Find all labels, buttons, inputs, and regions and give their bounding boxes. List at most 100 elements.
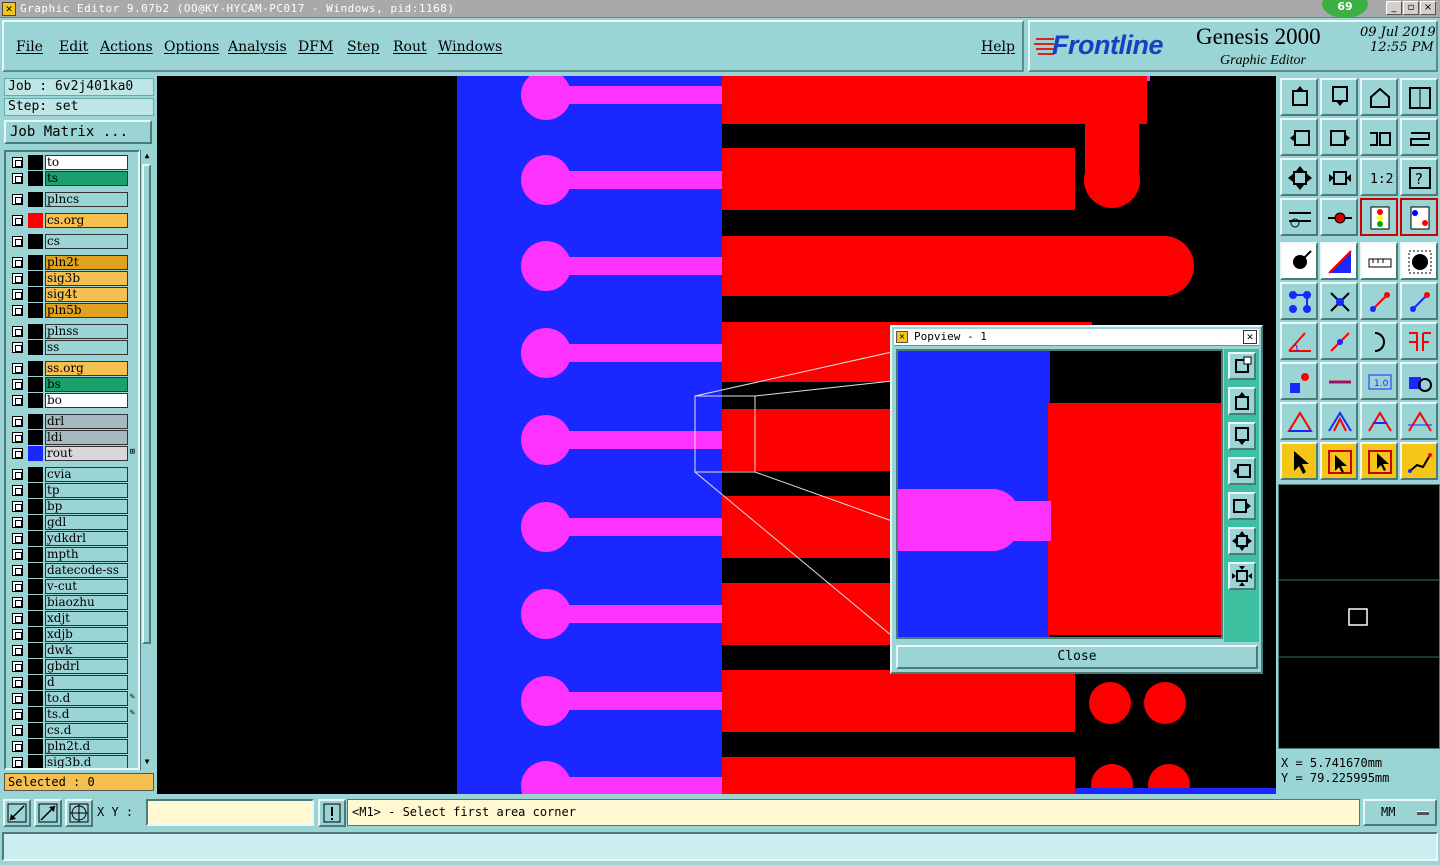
pan-left-icon[interactable] [1280,118,1318,156]
layer-color-swatch[interactable] [28,611,43,626]
layer-name[interactable]: pln5b [45,303,128,318]
layer-checkbox[interactable] [12,565,23,576]
layer-row-to.d[interactable]: to.d ✎ [8,691,138,706]
job-matrix-button[interactable]: Job Matrix ... [4,120,152,144]
layer-color-swatch[interactable] [28,675,43,690]
popview-fit-icon[interactable] [1228,527,1256,555]
layer-row-sig3b[interactable]: sig3b [8,271,138,286]
layer-color-swatch[interactable] [28,627,43,642]
zoom-area-icon[interactable] [3,799,31,827]
layer-color-swatch[interactable] [28,483,43,498]
layer-color-swatch[interactable] [28,723,43,738]
layer-name[interactable]: gbdrl [45,659,128,674]
layer-name[interactable]: cs.d [45,723,128,738]
layer-checkbox[interactable] [12,342,23,353]
layer-color-swatch[interactable] [28,324,43,339]
layer-checkbox[interactable] [12,533,23,544]
layer-checkbox[interactable] [12,448,23,459]
triangle-icon[interactable] [1280,402,1318,440]
layer-color-swatch[interactable] [28,707,43,722]
scroll-down-icon[interactable]: ▼ [142,757,152,767]
layers-icon[interactable] [1360,198,1398,236]
layer-name[interactable]: ldi [45,430,128,445]
layer-color-swatch[interactable] [28,691,43,706]
angle-icon[interactable] [1280,322,1318,360]
ruler-icon[interactable] [1360,242,1398,280]
layer-checkbox[interactable] [12,469,23,480]
layer-checkbox[interactable] [12,379,23,390]
layer-color-swatch[interactable] [28,579,43,594]
menu-file[interactable]: File [16,39,43,55]
fit-icon[interactable] [1280,158,1318,196]
layer-row-biaozhu[interactable]: biaozhu [8,595,138,610]
connect-icon-2[interactable] [1400,282,1438,320]
pointer-icon[interactable] [1280,442,1318,480]
popview-window[interactable]: ✕ Popview - 1 ✕ Close [890,325,1263,674]
layer-color-swatch[interactable] [28,192,43,207]
layer-row-bs[interactable]: bs [8,377,138,392]
layer-color-swatch[interactable] [28,563,43,578]
layer-name[interactable]: drl [45,414,128,429]
grid-snap-icon[interactable] [65,799,93,827]
layer-row-cs.d[interactable]: cs.d [8,723,138,738]
layer-checkbox[interactable] [12,416,23,427]
layer-color-swatch[interactable] [28,467,43,482]
layer-row-sig4t[interactable]: sig4t [8,287,138,302]
scroll-up-icon[interactable]: ▲ [142,151,152,161]
zoom-in-icon[interactable] [1320,78,1358,116]
layer-checkbox[interactable] [12,613,23,624]
popview-canvas[interactable] [896,349,1223,639]
scroll-thumb[interactable] [142,164,151,644]
layer-name[interactable]: sig4t [45,287,128,302]
popview-zoom-in-icon[interactable] [1228,352,1256,380]
layer-checkbox[interactable] [12,432,23,443]
maximize-button[interactable]: ▫ [1403,1,1419,15]
triangle-icon-3[interactable] [1360,402,1398,440]
layer-checkbox[interactable] [12,517,23,528]
layer-checkbox[interactable] [12,395,23,406]
layer-row-ss[interactable]: ss [8,340,138,355]
layer-row-plnss[interactable]: plnss [8,324,138,339]
overview-panel[interactable] [1278,484,1440,749]
units-select[interactable]: MM [1363,799,1437,826]
layer-row-bp[interactable]: bp [8,499,138,514]
layer-checkbox[interactable] [12,741,23,752]
slash-icon[interactable] [1320,322,1358,360]
pointer-box-icon-2[interactable] [1360,442,1398,480]
layer-checkbox[interactable] [12,273,23,284]
layer-color-swatch[interactable] [28,643,43,658]
popview-left-icon[interactable] [1228,457,1256,485]
pointer-box-icon[interactable] [1320,442,1358,480]
layer-scrollbar[interactable]: ▲ ▼ [140,150,152,770]
scale-1-2-icon[interactable]: 1:2 [1360,158,1398,196]
node-icon[interactable] [1280,282,1318,320]
layer-color-swatch[interactable] [28,361,43,376]
layer-checkbox[interactable] [12,326,23,337]
layer-checkbox[interactable] [12,157,23,168]
minimize-button[interactable]: _ [1386,1,1402,15]
layer-name[interactable]: plncs [45,192,128,207]
zoom-home-icon[interactable] [1280,78,1318,116]
layer-name[interactable]: cs.org [45,213,128,228]
layer-name[interactable]: bo [45,393,128,408]
layer-row-pln5b[interactable]: pln5b [8,303,138,318]
layer-color-swatch[interactable] [28,755,43,768]
layer-color-swatch[interactable] [28,414,43,429]
layer-row-gdl[interactable]: gdl [8,515,138,530]
layer-row-xdjb[interactable]: xdjb [8,627,138,642]
center-icon[interactable] [1320,158,1358,196]
layer-row-cvia[interactable]: cvia [8,467,138,482]
layer-row-to[interactable]: to [8,155,138,170]
popview-right-icon[interactable] [1228,492,1256,520]
dimension-icon[interactable]: 1.0 [1360,362,1398,400]
layer-name[interactable]: mpth [45,547,128,562]
layer-row-cs.org[interactable]: cs.org [8,213,138,228]
layer-row-pln2t.d[interactable]: pln2t.d [8,739,138,754]
layer-row-pln2t[interactable]: pln2t [8,255,138,270]
layer-color-swatch[interactable] [28,547,43,562]
layer-row-d[interactable]: d [8,675,138,690]
layer-color-swatch[interactable] [28,287,43,302]
layer-name[interactable]: xdjb [45,627,128,642]
layer-name[interactable]: v-cut [45,579,128,594]
path-icon[interactable] [1400,442,1438,480]
